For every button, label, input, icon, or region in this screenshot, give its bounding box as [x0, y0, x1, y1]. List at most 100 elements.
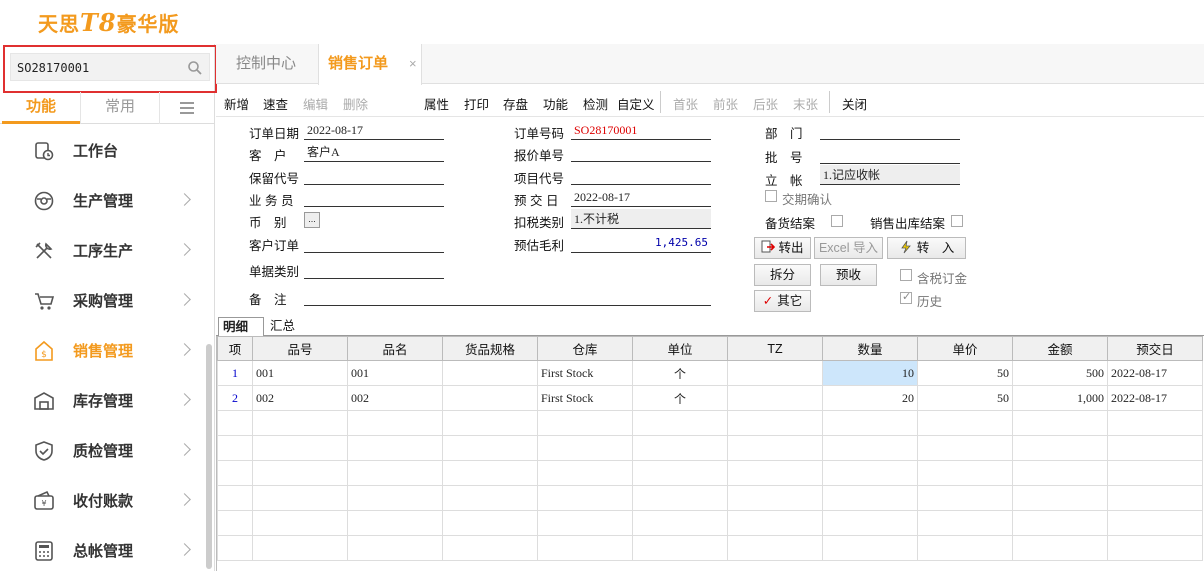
currency-lookup-button[interactable]: ... — [304, 212, 320, 228]
table-cell[interactable] — [442, 385, 538, 411]
sidebar-item-quality[interactable]: 质检管理 — [0, 426, 214, 476]
delivery-date-field[interactable]: 2022-08-17 — [571, 187, 711, 207]
edit-button[interactable]: 编辑 — [303, 94, 328, 113]
table-cell[interactable]: 002 — [252, 385, 348, 411]
quote-no-field[interactable] — [571, 142, 711, 162]
salesman-field[interactable] — [304, 187, 444, 207]
first-record-button[interactable]: 首张 — [673, 94, 698, 113]
remark-field[interactable] — [304, 286, 711, 306]
sidebar-item-inventory[interactable]: 库存管理 — [0, 376, 214, 426]
customer-order-field[interactable] — [304, 233, 444, 253]
transfer-out-button[interactable]: 转出 — [754, 237, 811, 259]
prev-record-button[interactable]: 前张 — [713, 94, 738, 113]
table-cell[interactable]: 2022-08-17 — [1107, 360, 1203, 386]
close-icon[interactable]: × — [409, 44, 417, 84]
function-button[interactable]: 功能 — [543, 94, 568, 113]
last-record-button[interactable]: 末张 — [793, 94, 818, 113]
column-header[interactable]: 单位 — [632, 336, 728, 361]
properties-button[interactable]: 属性 — [424, 94, 449, 113]
order-date-field[interactable]: 2022-08-17 — [304, 120, 444, 140]
batch-no-field[interactable] — [820, 144, 960, 164]
table-cell[interactable] — [442, 360, 538, 386]
column-header[interactable]: 项 — [217, 336, 253, 361]
save-button[interactable]: 存盘 — [503, 94, 528, 113]
table-cell[interactable]: 001 — [347, 360, 443, 386]
column-header[interactable]: 仓库 — [537, 336, 633, 361]
table-cell[interactable]: 50 — [917, 360, 1013, 386]
column-header[interactable]: 货品规格 — [442, 336, 538, 361]
search-icon[interactable] — [187, 60, 203, 76]
table-row[interactable]: 2 002 002 First Stock 个 20 50 1,000 2022… — [217, 385, 1203, 411]
table-cell[interactable]: 20 — [822, 385, 918, 411]
next-record-button[interactable]: 后张 — [753, 94, 778, 113]
sidebar-item-payments[interactable]: ¥ 收付账款 — [0, 476, 214, 526]
sidebar-item-sales[interactable]: $ 销售管理 — [0, 326, 214, 376]
table-cell[interactable]: 500 — [1012, 360, 1108, 386]
tax-type-field[interactable]: 1.不计税 — [571, 209, 711, 229]
table-row[interactable] — [217, 460, 1203, 486]
table-cell[interactable]: 2022-08-17 — [1107, 385, 1203, 411]
table-cell[interactable]: First Stock — [537, 385, 633, 411]
doc-type-field[interactable] — [304, 259, 444, 279]
sidebar-item-ledger[interactable]: 总帐管理 — [0, 526, 214, 571]
check-button[interactable]: 检测 — [583, 94, 608, 113]
split-button[interactable]: 拆分 — [754, 264, 811, 286]
delete-button[interactable]: 删除 — [343, 94, 368, 113]
history-checkbox[interactable] — [900, 290, 912, 304]
table-cell[interactable] — [727, 385, 823, 411]
column-header[interactable]: 单价 — [917, 336, 1013, 361]
column-header[interactable]: 金额 — [1012, 336, 1108, 361]
prepay-button[interactable]: 预收 — [820, 264, 877, 286]
table-row[interactable] — [217, 435, 1203, 461]
table-cell[interactable]: 002 — [347, 385, 443, 411]
account-field[interactable]: 1.记应收帐 — [820, 165, 960, 185]
other-button[interactable]: ✓ 其它 — [754, 290, 811, 312]
search-input[interactable] — [17, 58, 177, 78]
column-header[interactable]: 数量 — [822, 336, 918, 361]
table-row[interactable] — [217, 485, 1203, 511]
table-cell[interactable]: 2 — [217, 385, 253, 411]
customer-field[interactable]: 客户A — [304, 142, 444, 162]
sidebar-item-workbench[interactable]: 工作台 — [0, 126, 214, 176]
column-header[interactable]: 预交日 — [1107, 336, 1203, 361]
excel-import-button[interactable]: Excel 导入 — [814, 237, 883, 259]
transfer-in-button[interactable]: 转 入 — [887, 237, 966, 259]
print-button[interactable]: 打印 — [464, 94, 489, 113]
department-field[interactable] — [820, 120, 960, 140]
close-button[interactable]: 关闭 — [842, 94, 867, 113]
order-no-field[interactable]: SO28170001 — [571, 120, 711, 140]
reserve-code-field[interactable] — [304, 165, 444, 185]
table-cell[interactable]: 1,000 — [1012, 385, 1108, 411]
sidebar-item-process[interactable]: 工序生产 — [0, 226, 214, 276]
table-cell[interactable]: 50 — [917, 385, 1013, 411]
sidebar-item-production[interactable]: 生产管理 — [0, 176, 214, 226]
table-cell[interactable]: 10 — [822, 360, 918, 386]
sidebar-item-purchase[interactable]: 采购管理 — [0, 276, 214, 326]
table-cell[interactable]: 001 — [252, 360, 348, 386]
tax-deposit-checkbox[interactable] — [900, 269, 912, 281]
new-button[interactable]: 新增 — [224, 94, 249, 113]
table-cell[interactable]: First Stock — [537, 360, 633, 386]
tab-control-center[interactable]: 控制中心 — [236, 44, 296, 84]
table-row[interactable] — [217, 510, 1203, 536]
hamburger-menu-icon[interactable] — [160, 92, 214, 124]
table-row[interactable]: 1 001 001 First Stock 个 10 50 500 2022-0… — [217, 360, 1203, 386]
table-row[interactable] — [217, 410, 1203, 436]
table-cell[interactable]: 个 — [632, 385, 728, 411]
tab-function[interactable]: 功能 — [2, 92, 80, 124]
column-header[interactable]: TZ — [727, 336, 823, 361]
table-cell[interactable] — [727, 360, 823, 386]
out-close-checkbox[interactable] — [951, 215, 963, 227]
sidebar-scrollbar[interactable] — [206, 344, 212, 569]
table-cell[interactable]: 个 — [632, 360, 728, 386]
tab-common[interactable]: 常用 — [80, 92, 160, 124]
project-code-field[interactable] — [571, 165, 711, 185]
trade-confirm-checkbox[interactable] — [765, 190, 777, 202]
column-header[interactable]: 品名 — [347, 336, 443, 361]
custom-button[interactable]: 自定义 — [617, 94, 655, 113]
column-header[interactable]: 品号 — [252, 336, 348, 361]
tab-summary[interactable]: 汇总 — [264, 317, 318, 336]
stock-close-checkbox[interactable] — [831, 215, 843, 227]
tab-sales-order[interactable]: 销售订单 × — [318, 44, 422, 85]
tab-detail[interactable]: 明细 — [218, 317, 264, 336]
